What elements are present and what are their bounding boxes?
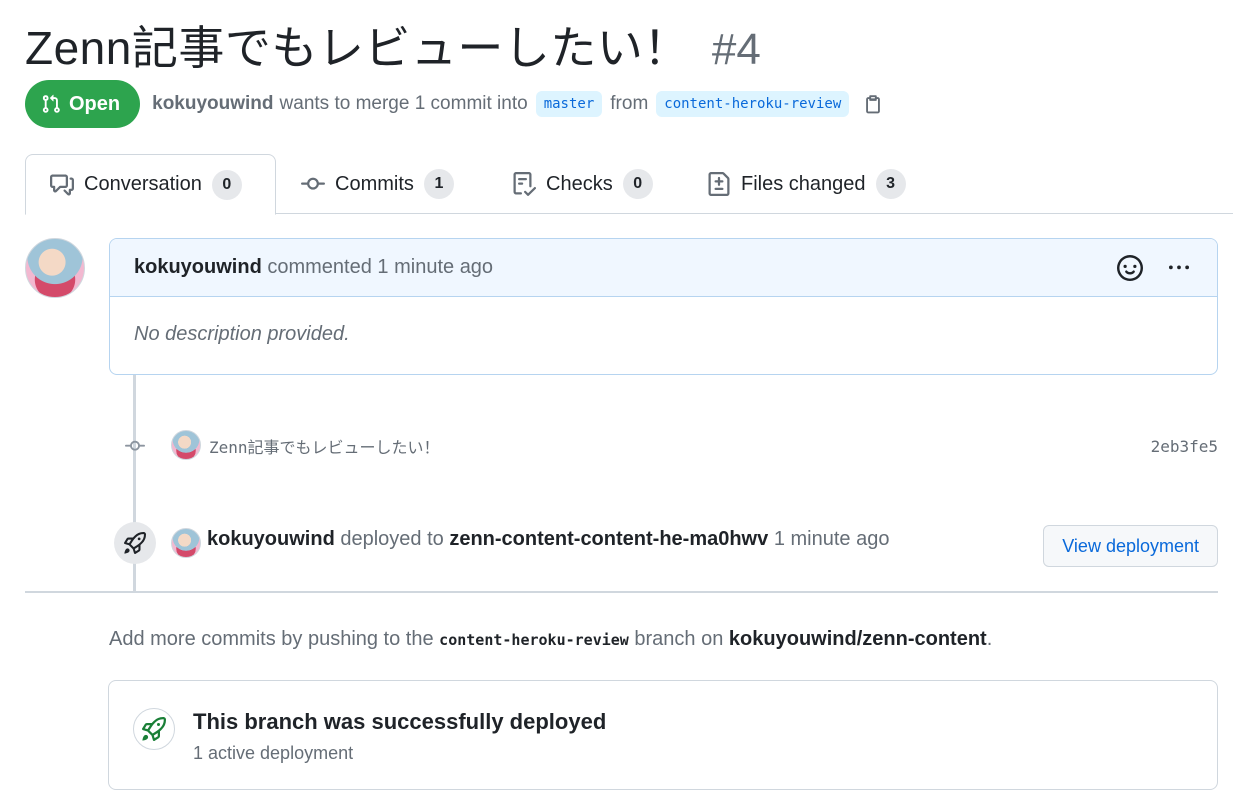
comment-meta: kokuyouwind commented 1 minute ago — [134, 256, 493, 279]
smiley-icon[interactable] — [1117, 254, 1143, 281]
deployment-status-box: This branch was successfully deployed 1 … — [108, 680, 1218, 790]
copy-icon — [866, 95, 881, 114]
from-text: from — [610, 93, 649, 114]
pr-title-row: Zenn記事でもレビューしたい！ #4 — [25, 12, 761, 78]
hint-repo-link[interactable]: kokuyouwind/zenn-content — [729, 628, 987, 650]
deploy-badge — [114, 522, 156, 564]
tab-label: Files changed — [741, 172, 866, 195]
tab-count: 3 — [875, 169, 906, 199]
comment-author-link[interactable]: kokuyouwind — [134, 256, 262, 278]
deploy-time: 1 minute ago — [773, 528, 890, 550]
comment-body: No description provided. — [134, 323, 350, 345]
tab-count: 0 — [622, 169, 653, 199]
tab-commits[interactable]: Commits 1 — [277, 154, 478, 214]
tab-count: 0 — [211, 169, 242, 200]
tab-label: Conversation — [84, 173, 202, 195]
rocket-icon — [142, 717, 166, 741]
state-badge: Open — [25, 80, 141, 128]
comment-header: kokuyouwind commented 1 minute ago — [110, 239, 1217, 297]
hint-prefix: Add more commits by pushing to the — [109, 628, 434, 650]
merge-text: wants to merge 1 commit into — [279, 93, 528, 114]
git-commit-icon — [125, 440, 145, 451]
hint-middle: branch on — [634, 628, 724, 650]
deploy-status-badge — [133, 708, 175, 750]
comment-actions — [1117, 254, 1193, 281]
pr-meta-row: Open kokuyouwind wants to merge 1 commit… — [25, 80, 883, 128]
deploy-event-text: kokuyouwind deployed to zenn-content-con… — [207, 528, 889, 551]
hint-branch: content-heroku-review — [439, 631, 629, 649]
checklist-icon — [513, 172, 536, 196]
tab-files-changed[interactable]: Files changed 3 — [683, 154, 930, 214]
active-deployments-link[interactable]: 1 active deployment — [193, 743, 353, 764]
comment-author-avatar[interactable] — [25, 238, 85, 298]
git-commit-icon — [301, 177, 325, 190]
base-branch[interactable]: master — [535, 91, 603, 117]
commit-sha-link[interactable]: 2eb3fe5 — [1151, 437, 1218, 456]
merge-summary: kokuyouwind wants to merge 1 commit into… — [152, 91, 883, 117]
rocket-icon — [124, 532, 146, 554]
commit-author-avatar[interactable] — [171, 430, 201, 460]
pull-request-page: Zenn記事でもレビューしたい！ #4 Open kokuyouwind wan… — [0, 0, 1233, 803]
push-hint: Add more commits by pushing to the conte… — [109, 628, 992, 651]
commit-message-link[interactable]: Zenn記事でもレビューしたい！ — [209, 434, 440, 458]
pr-number: #4 — [711, 25, 761, 74]
timeline-commit: Zenn記事でもレビューしたい！ 2eb3fe5 — [109, 428, 1218, 464]
pr-title: Zenn記事でもレビューしたい！ — [25, 22, 690, 74]
head-branch[interactable]: content-heroku-review — [656, 91, 850, 117]
deploy-status-title: This branch was successfully deployed — [193, 709, 607, 734]
git-pull-request-icon — [42, 94, 60, 113]
comment-discussion-icon — [50, 174, 74, 195]
state-label: Open — [69, 92, 121, 115]
comment-timestamp[interactable]: 1 minute ago — [377, 256, 493, 278]
copy-branch-button[interactable] — [863, 93, 883, 115]
pr-author-link[interactable]: kokuyouwind — [152, 93, 273, 115]
tab-checks[interactable]: Checks 0 — [488, 154, 677, 214]
hint-suffix: . — [986, 628, 993, 650]
comment-box: kokuyouwind commented 1 minute ago No de… — [109, 238, 1218, 375]
file-diff-icon — [708, 172, 730, 196]
deploy-environment-link[interactable]: zenn-content-content-he-ma0hwv — [449, 528, 768, 550]
deployer-link[interactable]: kokuyouwind — [207, 528, 335, 550]
deployer-avatar[interactable] — [171, 528, 201, 558]
tab-conversation[interactable]: Conversation 0 — [25, 154, 276, 215]
comment-action: commented — [267, 256, 372, 278]
tab-count: 1 — [423, 169, 454, 199]
kebab-horizontal-icon[interactable] — [1165, 258, 1193, 278]
timeline-deploy-event: kokuyouwind deployed to zenn-content-con… — [109, 520, 1218, 568]
tab-label: Commits — [335, 172, 414, 195]
timeline-divider — [25, 591, 1218, 593]
view-deployment-button[interactable]: View deployment — [1043, 525, 1218, 567]
tab-label: Checks — [546, 172, 613, 195]
pr-tabs: Conversation 0 Commits 1 Checks 0 Files … — [25, 154, 1233, 215]
deploy-action: deployed to — [340, 528, 444, 550]
